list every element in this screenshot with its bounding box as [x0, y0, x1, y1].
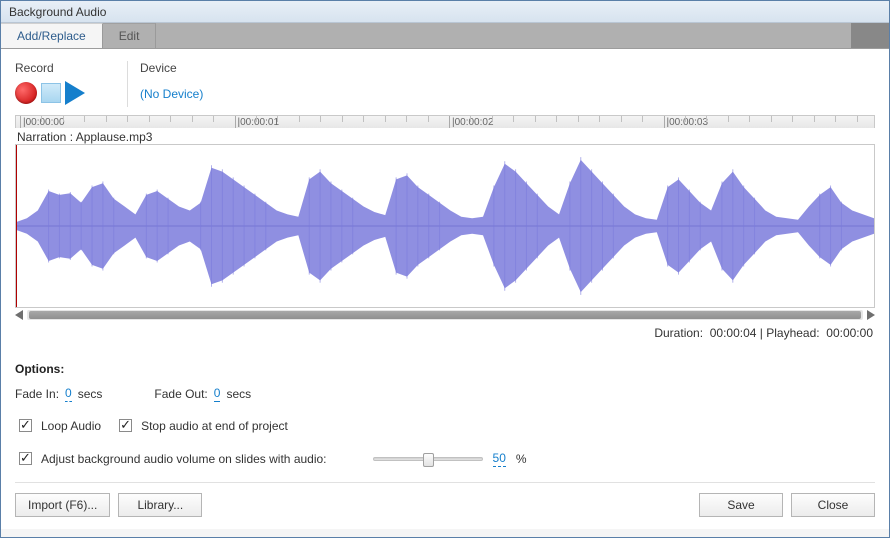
library-button[interactable]: Library...: [118, 493, 202, 517]
play-icon[interactable]: [65, 81, 85, 105]
duration-label: Duration:: [654, 326, 703, 340]
tab-edit[interactable]: Edit: [103, 23, 157, 48]
content: Record Device (No Device) |00:00:00|00:0…: [1, 49, 889, 529]
adjust-vol-row: Adjust background audio volume on slides…: [15, 449, 875, 468]
playhead-label: Playhead:: [766, 326, 819, 340]
waveform-svg: [16, 145, 874, 307]
slider-thumb[interactable]: [423, 453, 434, 467]
status-row: Duration: 00:00:04 | Playhead: 00:00:00: [15, 326, 873, 340]
playhead-value: 00:00:00: [826, 326, 873, 340]
options-title: Options:: [15, 362, 875, 376]
fade-out-value[interactable]: 0: [214, 386, 221, 402]
scroll-left-icon[interactable]: [15, 310, 23, 320]
tab-strip: Add/Replace Edit: [1, 23, 889, 49]
fade-in-label: Fade In:: [15, 387, 59, 401]
record-group: Record: [15, 61, 125, 105]
device-label: Device: [140, 61, 203, 75]
save-button[interactable]: Save: [699, 493, 783, 517]
narration-label: Narration : Applause.mp3: [15, 130, 875, 144]
adjust-vol-checkbox[interactable]: [19, 452, 32, 465]
percent-sign: %: [516, 452, 527, 466]
scroll-track[interactable]: [27, 310, 863, 320]
waveform-scrollbar[interactable]: [15, 310, 875, 320]
volume-slider[interactable]: 50 %: [373, 451, 527, 467]
timeline-ruler[interactable]: |00:00:00|00:00:01|00:00:02|00:00:03: [15, 115, 875, 128]
record-controls: [15, 81, 125, 105]
waveform-area[interactable]: [15, 144, 875, 308]
titlebar: Background Audio: [1, 1, 889, 23]
divider: [127, 61, 128, 107]
import-button[interactable]: Import (F6)...: [15, 493, 110, 517]
duration-value: 00:00:04: [710, 326, 757, 340]
stop-icon[interactable]: [41, 83, 61, 103]
close-button[interactable]: Close: [791, 493, 875, 517]
narration-prefix: Narration :: [17, 130, 76, 144]
status-sep: |: [756, 326, 766, 340]
scroll-right-icon[interactable]: [867, 310, 875, 320]
window: Background Audio Add/Replace Edit Record…: [0, 0, 890, 538]
device-group: Device (No Device): [140, 61, 203, 101]
footer: Import (F6)... Library... Save Close: [15, 482, 875, 529]
fade-out-label: Fade Out:: [154, 387, 207, 401]
fade-out-unit: secs: [226, 387, 251, 401]
fade-row: Fade In: 0 secs Fade Out: 0 secs: [15, 386, 875, 402]
window-title: Background Audio: [9, 5, 106, 19]
record-icon[interactable]: [15, 82, 37, 104]
record-label: Record: [15, 61, 125, 75]
tabstrip-end: [851, 23, 889, 48]
loop-label[interactable]: Loop Audio: [41, 419, 101, 433]
device-value[interactable]: (No Device): [140, 87, 203, 101]
volume-percent[interactable]: 50: [493, 451, 506, 467]
playhead-indicator[interactable]: [16, 145, 17, 307]
loop-checkbox[interactable]: [19, 419, 32, 432]
tab-add-replace[interactable]: Add/Replace: [1, 23, 103, 48]
fade-in-unit: secs: [78, 387, 103, 401]
stop-end-label[interactable]: Stop audio at end of project: [141, 419, 288, 433]
slider-track[interactable]: [373, 457, 483, 461]
record-device-bar: Record Device (No Device): [15, 57, 875, 111]
loop-row: Loop Audio Stop audio at end of project: [15, 416, 875, 435]
adjust-vol-label[interactable]: Adjust background audio volume on slides…: [41, 452, 327, 466]
stop-end-checkbox[interactable]: [119, 419, 132, 432]
narration-file: Applause.mp3: [76, 130, 153, 144]
fade-in-value[interactable]: 0: [65, 386, 72, 402]
scroll-thumb[interactable]: [29, 311, 861, 319]
